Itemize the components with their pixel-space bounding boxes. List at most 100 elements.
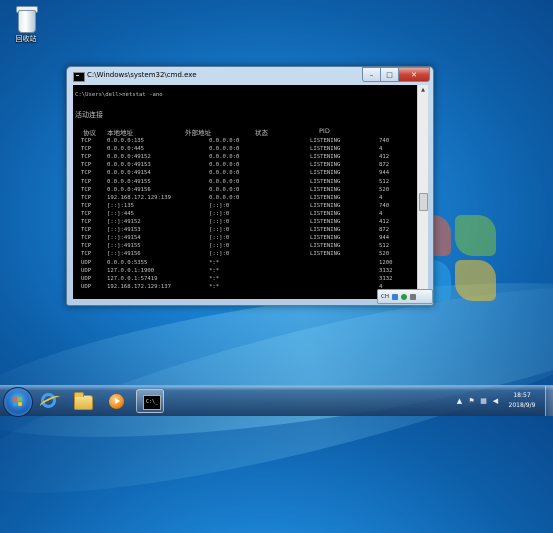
table-row: UDP 192.168.172.129:137 *:* 4 (73, 283, 417, 291)
cell-local: 0.0.0.0:135 (107, 138, 145, 144)
cell-state: LISTENING (310, 219, 341, 225)
cell-proto: TCP (81, 235, 92, 242)
cell-proto: UDP (81, 267, 92, 274)
ie-icon (41, 393, 56, 408)
keyboard-icon[interactable] (409, 293, 416, 300)
cell-pid: 944 (379, 170, 390, 177)
cell-proto: TCP (81, 194, 92, 201)
cell-proto: TCP (81, 162, 92, 169)
start-button[interactable] (3, 387, 33, 417)
cell-foreign: [::]:0 (209, 210, 230, 217)
taskbar: C:\_ ▲ ⚑ ▦ ◀ 18:57 2018/9/9 (0, 385, 553, 417)
cmd-window[interactable]: C:\Windows\system32\cmd.exe – □ ✕ C:\Use… (66, 66, 434, 306)
cell-state: LISTENING (310, 138, 341, 144)
language-bar[interactable]: CH (377, 289, 433, 304)
maximize-button[interactable]: □ (380, 67, 398, 82)
cell-pid: 520 (379, 186, 390, 193)
cell-local: 0.0.0.0:5355 (107, 259, 148, 266)
console-output[interactable]: C:\Users\dell>netstat -ano 活动连接 协议 本地地址 … (73, 85, 417, 299)
table-row: TCP [::]:135 [::]:0 LISTENING 740 (73, 202, 417, 210)
cell-local: [::]:135 (107, 202, 134, 209)
cell-state: LISTENING (310, 154, 341, 161)
cell-foreign: 0.0.0.0:0 (209, 138, 240, 144)
cell-pid: 412 (379, 219, 390, 225)
minimize-button[interactable]: – (362, 67, 380, 82)
folder-icon (74, 392, 93, 410)
table-row: TCP 0.0.0.0:49155 0.0.0.0:0 LISTENING 512 (73, 178, 417, 186)
clock[interactable]: 18:57 2018/9/9 (502, 391, 542, 411)
header-state: 状态 (255, 129, 268, 137)
desktop-icon-label: 回收站 (15, 35, 37, 43)
taskbar-explorer-button[interactable] (68, 389, 96, 413)
flag-icon[interactable]: ⚑ (468, 398, 475, 405)
cell-local: 0.0.0.0:49156 (107, 186, 151, 193)
header-pid: PID (319, 127, 330, 135)
cell-proto: TCP (81, 243, 92, 250)
cell-local: 0.0.0.0:445 (107, 146, 145, 153)
cell-foreign: [::]:0 (209, 202, 230, 209)
network-icon[interactable]: ▦ (480, 398, 487, 405)
cell-pid: 4 (379, 210, 383, 217)
close-button[interactable]: ✕ (398, 67, 430, 82)
cell-pid: 4 (379, 146, 383, 153)
cell-local: 127.0.0.1:1900 (107, 267, 155, 274)
taskbar-ie-button[interactable] (34, 389, 62, 413)
cell-foreign: 0.0.0.0:0 (209, 154, 240, 161)
cell-state: LISTENING (310, 178, 341, 185)
cell-foreign: [::]:0 (209, 227, 230, 234)
cell-local: [::]:445 (107, 210, 134, 217)
table-row: UDP 0.0.0.0:5355 *:* 1200 (73, 259, 417, 267)
scroll-up-arrow-icon[interactable]: ▲ (418, 85, 428, 95)
table-row: TCP [::]:49155 [::]:0 LISTENING 512 (73, 242, 417, 250)
cell-proto: TCP (81, 170, 92, 177)
table-row: TCP 0.0.0.0:49152 0.0.0.0:0 LISTENING 412 (73, 153, 417, 161)
title-bar[interactable]: C:\Windows\system32\cmd.exe – □ ✕ (67, 67, 433, 85)
section-title: 活动连接 (75, 111, 103, 119)
header-local-address: 本地地址 (107, 129, 133, 137)
cmd-glyph: C:\_ (146, 399, 159, 405)
taskbar-media-player-button[interactable] (102, 389, 130, 413)
language-label[interactable]: CH (381, 294, 389, 300)
cell-local: 192.168.172.129:137 (107, 283, 171, 290)
volume-icon[interactable]: ◀ (492, 398, 499, 405)
cell-foreign: [::]:0 (209, 251, 230, 258)
language-icon[interactable] (391, 293, 398, 300)
desktop-icon-recycle-bin[interactable]: 回收站 (6, 4, 46, 44)
cell-foreign: 0.0.0.0:0 (209, 146, 240, 153)
cell-proto: TCP (81, 186, 92, 193)
recycle-bin-icon (14, 4, 38, 33)
cmd-icon[interactable] (73, 72, 85, 82)
cell-foreign: 0.0.0.0:0 (209, 170, 240, 177)
cell-pid: 412 (379, 154, 390, 161)
cell-state: LISTENING (310, 186, 341, 193)
cell-local: 0.0.0.0:49152 (107, 154, 151, 161)
taskbar-cmd-button[interactable]: C:\_ (136, 389, 164, 413)
table-row: UDP 127.0.0.1:57419 *:* 3132 (73, 275, 417, 283)
show-desktop-button[interactable] (545, 386, 553, 416)
header-proto: 协议 (83, 129, 96, 137)
help-icon[interactable] (400, 293, 407, 300)
cell-foreign: 0.0.0.0:0 (209, 162, 240, 169)
cell-proto: TCP (81, 178, 92, 185)
cell-proto: TCP (81, 210, 92, 217)
cell-proto: TCP (81, 146, 92, 153)
cell-local: 0.0.0.0:49154 (107, 170, 151, 177)
cell-local: 0.0.0.0:49153 (107, 162, 151, 169)
cell-state: LISTENING (310, 194, 341, 201)
table-row: TCP [::]:49152 [::]:0 LISTENING 412 (73, 218, 417, 226)
cell-proto: TCP (81, 219, 92, 225)
vertical-scrollbar[interactable]: ▲ ▼ (417, 85, 428, 299)
cell-state: LISTENING (310, 227, 341, 234)
cell-pid: 4 (379, 194, 383, 201)
cell-foreign: *:* (209, 275, 220, 282)
clock-time: 18:57 (513, 392, 531, 399)
table-row: TCP [::]:445 [::]:0 LISTENING 4 (73, 210, 417, 218)
table-row: TCP [::]:49154 [::]:0 LISTENING 944 (73, 234, 417, 242)
cell-pid: 1200 (379, 259, 393, 266)
cell-state: LISTENING (310, 170, 341, 177)
cell-pid: 944 (379, 235, 390, 242)
cell-foreign: *:* (209, 283, 220, 290)
up-arrow-icon[interactable]: ▲ (456, 398, 463, 405)
cell-local: [::]:49156 (107, 251, 141, 258)
scrollbar-thumb[interactable] (419, 193, 428, 211)
